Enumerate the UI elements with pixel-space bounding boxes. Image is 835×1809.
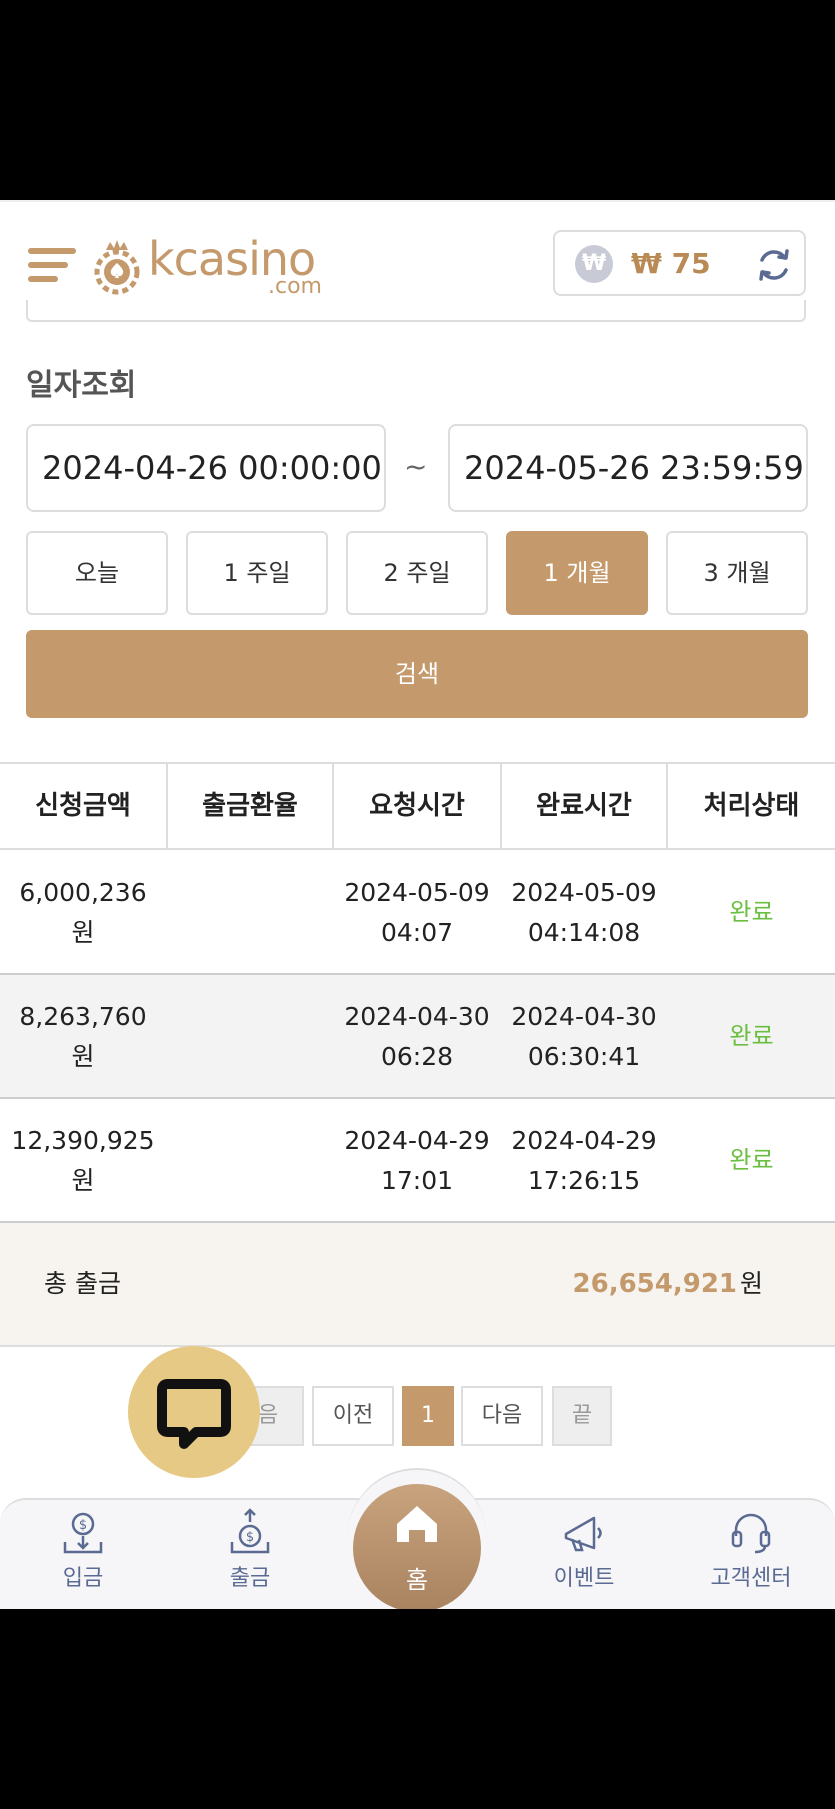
date-separator: ~	[404, 450, 428, 483]
chat-button[interactable]	[128, 1346, 260, 1478]
cell-complete-time: 2024-04-29 17:26:15	[511, 1126, 657, 1195]
logo-sub-text: .com	[268, 274, 322, 299]
column-header-amount: 신청금액	[35, 791, 131, 821]
cell-complete-time: 2024-04-30 06:30:41	[511, 1002, 657, 1071]
table-header: 신청금액 출금환율 요청시간 완료시간 처리상태	[0, 762, 835, 850]
chat-icon	[157, 1379, 231, 1449]
column-header-complete-time: 완료시간	[536, 791, 632, 821]
collapsed-panel-edge	[26, 300, 806, 322]
cell-amount: 6,000,236 원	[19, 878, 147, 947]
svg-text:$: $	[246, 1530, 254, 1545]
period-3month-button[interactable]: 3 개월	[666, 531, 808, 615]
column-header-status: 처리상태	[703, 791, 800, 821]
megaphone-icon	[564, 1516, 602, 1552]
status-badge: 완료	[729, 1146, 774, 1174]
cell-complete-time: 2024-05-09 04:14:08	[511, 878, 657, 947]
total-amount: 26,654,921	[572, 1269, 737, 1299]
column-header-request-time: 요청시간	[369, 791, 465, 821]
status-badge: 완료	[729, 898, 774, 926]
date-filter-title: 일자조회	[26, 368, 137, 403]
page-next-button[interactable]: 다음	[461, 1386, 543, 1446]
column-header-rate: 출금환율	[202, 791, 298, 821]
nav-withdraw[interactable]: $ 출금	[190, 1508, 310, 1604]
cell-request-time: 2024-04-29 17:01	[344, 1126, 490, 1195]
date-from-input[interactable]: 2024-04-26 00:00:00	[26, 424, 386, 512]
nav-withdraw-label: 출금	[229, 1566, 271, 1591]
status-bar-area	[0, 0, 835, 200]
total-label: 총 출금	[44, 1269, 121, 1298]
total-unit: 원	[739, 1269, 763, 1298]
cell-amount: 12,390,925 원	[11, 1126, 155, 1195]
cell-request-time: 2024-05-09 04:07	[344, 878, 490, 947]
total-row: 총 출금 26,654,921 원	[0, 1223, 835, 1347]
table-row: 6,000,236 원 2024-05-09 04:07 2024-05-09 04:…	[0, 851, 835, 975]
balance-amount: ₩ 75	[631, 247, 711, 280]
nav-support-label: 고객센터	[710, 1566, 792, 1591]
table-row: 8,263,760 원 2024-04-30 06:28 2024-04-30 06:…	[0, 975, 835, 1099]
nav-home[interactable]: 홈	[353, 1484, 481, 1609]
home-indicator-area	[0, 1609, 835, 1809]
nav-event[interactable]: 이벤트	[524, 1508, 644, 1604]
page-last-button[interactable]: 끝	[552, 1386, 612, 1446]
cell-amount: 8,263,760 원	[19, 1002, 147, 1071]
page-prev-button[interactable]: 이전	[312, 1386, 394, 1446]
table-row: 12,390,925 원 2024-04-29 17:01 2024-04-29 17…	[0, 1099, 835, 1223]
nav-support[interactable]: 고객센터	[691, 1508, 811, 1604]
period-2week-button[interactable]: 2 주일	[346, 531, 488, 615]
deposit-icon: $	[63, 1512, 103, 1554]
nav-deposit-label: 입금	[62, 1566, 104, 1591]
status-badge: 완료	[729, 1022, 774, 1050]
refresh-icon[interactable]	[755, 246, 793, 284]
home-icon	[397, 1506, 437, 1542]
period-today-button[interactable]: 오늘	[26, 531, 168, 615]
menu-icon[interactable]	[28, 242, 76, 290]
nav-home-label: 홈	[405, 1566, 429, 1594]
svg-text:$: $	[79, 1518, 87, 1533]
page-number-button[interactable]: 1	[402, 1386, 454, 1446]
withdraw-history-page: kcasino .com ₩ ₩ 75 일자조회 2024-04-26 00:0…	[0, 200, 835, 1609]
withdraw-icon: $	[230, 1508, 270, 1554]
period-1week-button[interactable]: 1 주일	[186, 531, 328, 615]
search-button[interactable]: 검색	[26, 630, 808, 718]
headset-icon	[731, 1513, 771, 1554]
won-icon: ₩	[575, 245, 613, 283]
nav-deposit[interactable]: $ 입금	[23, 1508, 143, 1604]
date-to-input[interactable]: 2024-05-26 23:59:59	[448, 424, 808, 512]
period-1month-button[interactable]: 1 개월	[506, 531, 648, 615]
balance-box: ₩ ₩ 75	[553, 230, 806, 296]
logo-icon	[94, 240, 140, 295]
nav-event-label: 이벤트	[553, 1566, 615, 1591]
logo[interactable]: kcasino .com	[92, 234, 332, 300]
cell-request-time: 2024-04-30 06:28	[344, 1002, 490, 1071]
